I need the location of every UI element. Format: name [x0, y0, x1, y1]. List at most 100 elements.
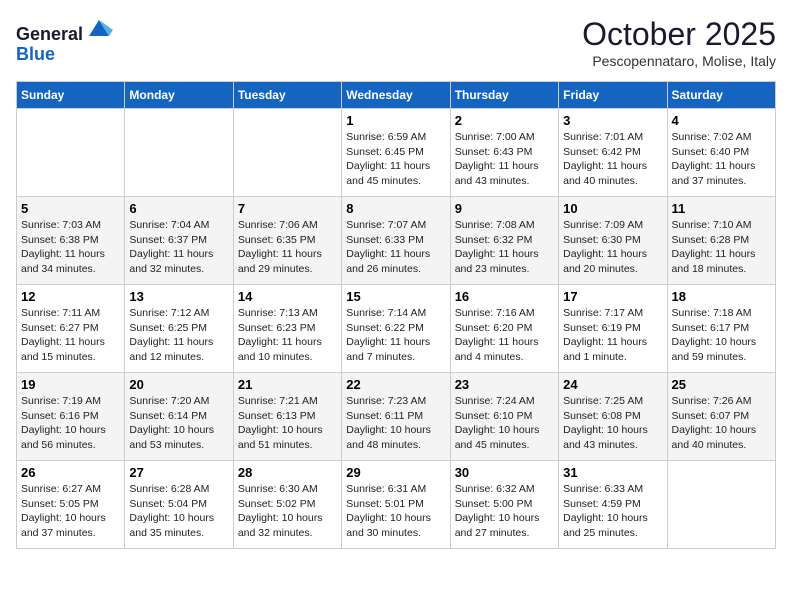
calendar-cell: 17Sunrise: 7:17 AM Sunset: 6:19 PM Dayli…	[559, 285, 667, 373]
calendar-cell: 20Sunrise: 7:20 AM Sunset: 6:14 PM Dayli…	[125, 373, 233, 461]
calendar-cell: 12 Sunrise: 7:11 AM Sunset: 6:27 PM Dayli…	[17, 285, 125, 373]
day-info: Sunrise: 6:30 AM Sunset: 5:02 PM Dayligh…	[238, 482, 337, 541]
day-info: Sunrise: 7:16 AM Sunset: 6:20 PM Dayligh…	[455, 306, 554, 365]
logo-icon	[85, 16, 113, 40]
day-info: Sunrise: 7:06 AM Sunset: 6:35 PM Dayligh…	[238, 218, 337, 277]
day-number: 25	[672, 377, 771, 392]
location-subtitle: Pescopennataro, Molise, Italy	[582, 53, 776, 69]
calendar-cell: 14 Sunrise: 7:13 AM Sunset: 6:23 PM Dayli…	[233, 285, 341, 373]
day-number: 26	[21, 465, 120, 480]
day-number: 31	[563, 465, 662, 480]
calendar-cell: 21 Sunrise: 7:21 AM Sunset: 6:13 PM Dayli…	[233, 373, 341, 461]
day-info: Sunrise: 7:13 AM Sunset: 6:23 PM Dayligh…	[238, 306, 337, 365]
week-row-1: 1Sunrise: 6:59 AM Sunset: 6:45 PM Daylig…	[17, 109, 776, 197]
day-info: Sunrise: 7:23 AM Sunset: 6:11 PM Dayligh…	[346, 394, 445, 453]
weekday-header-sunday: Sunday	[17, 82, 125, 109]
day-info: Sunrise: 7:10 AM Sunset: 6:28 PM Dayligh…	[672, 218, 771, 277]
day-number: 13	[129, 289, 228, 304]
day-number: 7	[238, 201, 337, 216]
calendar-cell: 6 Sunrise: 7:04 AM Sunset: 6:37 PM Daylig…	[125, 197, 233, 285]
calendar-cell	[125, 109, 233, 197]
weekday-header-monday: Monday	[125, 82, 233, 109]
day-number: 11	[672, 201, 771, 216]
day-number: 6	[129, 201, 228, 216]
day-info: Sunrise: 6:33 AM Sunset: 4:59 PM Dayligh…	[563, 482, 662, 541]
day-info: Sunrise: 7:20 AM Sunset: 6:14 PM Dayligh…	[129, 394, 228, 453]
day-info: Sunrise: 7:08 AM Sunset: 6:32 PM Dayligh…	[455, 218, 554, 277]
calendar-cell: 2 Sunrise: 7:00 AM Sunset: 6:43 PM Daylig…	[450, 109, 558, 197]
day-info: Sunrise: 7:24 AM Sunset: 6:10 PM Dayligh…	[455, 394, 554, 453]
weekday-header-wednesday: Wednesday	[342, 82, 450, 109]
calendar-table: SundayMondayTuesdayWednesdayThursdayFrid…	[16, 81, 776, 549]
day-number: 29	[346, 465, 445, 480]
calendar-cell: 19Sunrise: 7:19 AM Sunset: 6:16 PM Dayli…	[17, 373, 125, 461]
calendar-cell: 13 Sunrise: 7:12 AM Sunset: 6:25 PM Dayli…	[125, 285, 233, 373]
day-number: 4	[672, 113, 771, 128]
calendar-cell: 18Sunrise: 7:18 AM Sunset: 6:17 PM Dayli…	[667, 285, 775, 373]
calendar-cell: 30Sunrise: 6:32 AM Sunset: 5:00 PM Dayli…	[450, 461, 558, 549]
day-info: Sunrise: 7:01 AM Sunset: 6:42 PM Dayligh…	[563, 130, 662, 189]
day-number: 15	[346, 289, 445, 304]
calendar-cell: 22 Sunrise: 7:23 AM Sunset: 6:11 PM Dayli…	[342, 373, 450, 461]
weekday-header-saturday: Saturday	[667, 82, 775, 109]
day-number: 17	[563, 289, 662, 304]
logo: General Blue	[16, 16, 113, 65]
day-info: Sunrise: 7:04 AM Sunset: 6:37 PM Dayligh…	[129, 218, 228, 277]
calendar-cell: 4 Sunrise: 7:02 AM Sunset: 6:40 PM Daylig…	[667, 109, 775, 197]
day-info: Sunrise: 7:21 AM Sunset: 6:13 PM Dayligh…	[238, 394, 337, 453]
day-number: 24	[563, 377, 662, 392]
day-info: Sunrise: 7:11 AM Sunset: 6:27 PM Dayligh…	[21, 306, 120, 365]
day-info: Sunrise: 7:03 AM Sunset: 6:38 PM Dayligh…	[21, 218, 120, 277]
day-number: 3	[563, 113, 662, 128]
calendar-cell: 15 Sunrise: 7:14 AM Sunset: 6:22 PM Dayli…	[342, 285, 450, 373]
day-number: 14	[238, 289, 337, 304]
calendar-cell: 26Sunrise: 6:27 AM Sunset: 5:05 PM Dayli…	[17, 461, 125, 549]
calendar-cell: 3 Sunrise: 7:01 AM Sunset: 6:42 PM Daylig…	[559, 109, 667, 197]
calendar-cell: 8Sunrise: 7:07 AM Sunset: 6:33 PM Daylig…	[342, 197, 450, 285]
week-row-5: 26Sunrise: 6:27 AM Sunset: 5:05 PM Dayli…	[17, 461, 776, 549]
week-row-4: 19Sunrise: 7:19 AM Sunset: 6:16 PM Dayli…	[17, 373, 776, 461]
calendar-cell	[667, 461, 775, 549]
day-info: Sunrise: 7:12 AM Sunset: 6:25 PM Dayligh…	[129, 306, 228, 365]
day-info: Sunrise: 6:28 AM Sunset: 5:04 PM Dayligh…	[129, 482, 228, 541]
week-row-3: 12 Sunrise: 7:11 AM Sunset: 6:27 PM Dayli…	[17, 285, 776, 373]
week-row-2: 5 Sunrise: 7:03 AM Sunset: 6:38 PM Daylig…	[17, 197, 776, 285]
logo-general-text: General	[16, 24, 83, 44]
day-number: 2	[455, 113, 554, 128]
month-title: October 2025	[582, 16, 776, 53]
day-number: 12	[21, 289, 120, 304]
day-number: 28	[238, 465, 337, 480]
day-number: 22	[346, 377, 445, 392]
calendar-cell: 11 Sunrise: 7:10 AM Sunset: 6:28 PM Dayli…	[667, 197, 775, 285]
day-number: 19	[21, 377, 120, 392]
calendar-cell	[17, 109, 125, 197]
calendar-cell: 16 Sunrise: 7:16 AM Sunset: 6:20 PM Dayli…	[450, 285, 558, 373]
calendar-cell: 1Sunrise: 6:59 AM Sunset: 6:45 PM Daylig…	[342, 109, 450, 197]
day-number: 27	[129, 465, 228, 480]
day-info: Sunrise: 7:18 AM Sunset: 6:17 PM Dayligh…	[672, 306, 771, 365]
day-number: 16	[455, 289, 554, 304]
calendar-cell: 9 Sunrise: 7:08 AM Sunset: 6:32 PM Daylig…	[450, 197, 558, 285]
calendar-cell: 23Sunrise: 7:24 AM Sunset: 6:10 PM Dayli…	[450, 373, 558, 461]
day-info: Sunrise: 7:02 AM Sunset: 6:40 PM Dayligh…	[672, 130, 771, 189]
day-number: 5	[21, 201, 120, 216]
day-info: Sunrise: 7:25 AM Sunset: 6:08 PM Dayligh…	[563, 394, 662, 453]
calendar-header: SundayMondayTuesdayWednesdayThursdayFrid…	[17, 82, 776, 109]
day-info: Sunrise: 6:32 AM Sunset: 5:00 PM Dayligh…	[455, 482, 554, 541]
day-info: Sunrise: 7:00 AM Sunset: 6:43 PM Dayligh…	[455, 130, 554, 189]
calendar-cell	[233, 109, 341, 197]
calendar-cell: 25 Sunrise: 7:26 AM Sunset: 6:07 PM Dayli…	[667, 373, 775, 461]
day-info: Sunrise: 7:26 AM Sunset: 6:07 PM Dayligh…	[672, 394, 771, 453]
day-info: Sunrise: 6:59 AM Sunset: 6:45 PM Dayligh…	[346, 130, 445, 189]
calendar-cell: 5 Sunrise: 7:03 AM Sunset: 6:38 PM Daylig…	[17, 197, 125, 285]
weekday-header-tuesday: Tuesday	[233, 82, 341, 109]
day-info: Sunrise: 7:14 AM Sunset: 6:22 PM Dayligh…	[346, 306, 445, 365]
calendar-cell: 7 Sunrise: 7:06 AM Sunset: 6:35 PM Daylig…	[233, 197, 341, 285]
day-number: 9	[455, 201, 554, 216]
calendar-cell: 24 Sunrise: 7:25 AM Sunset: 6:08 PM Dayli…	[559, 373, 667, 461]
calendar-cell: 29Sunrise: 6:31 AM Sunset: 5:01 PM Dayli…	[342, 461, 450, 549]
calendar-cell: 31 Sunrise: 6:33 AM Sunset: 4:59 PM Dayli…	[559, 461, 667, 549]
day-number: 21	[238, 377, 337, 392]
weekday-header-friday: Friday	[559, 82, 667, 109]
logo-blue-text: Blue	[16, 44, 55, 64]
